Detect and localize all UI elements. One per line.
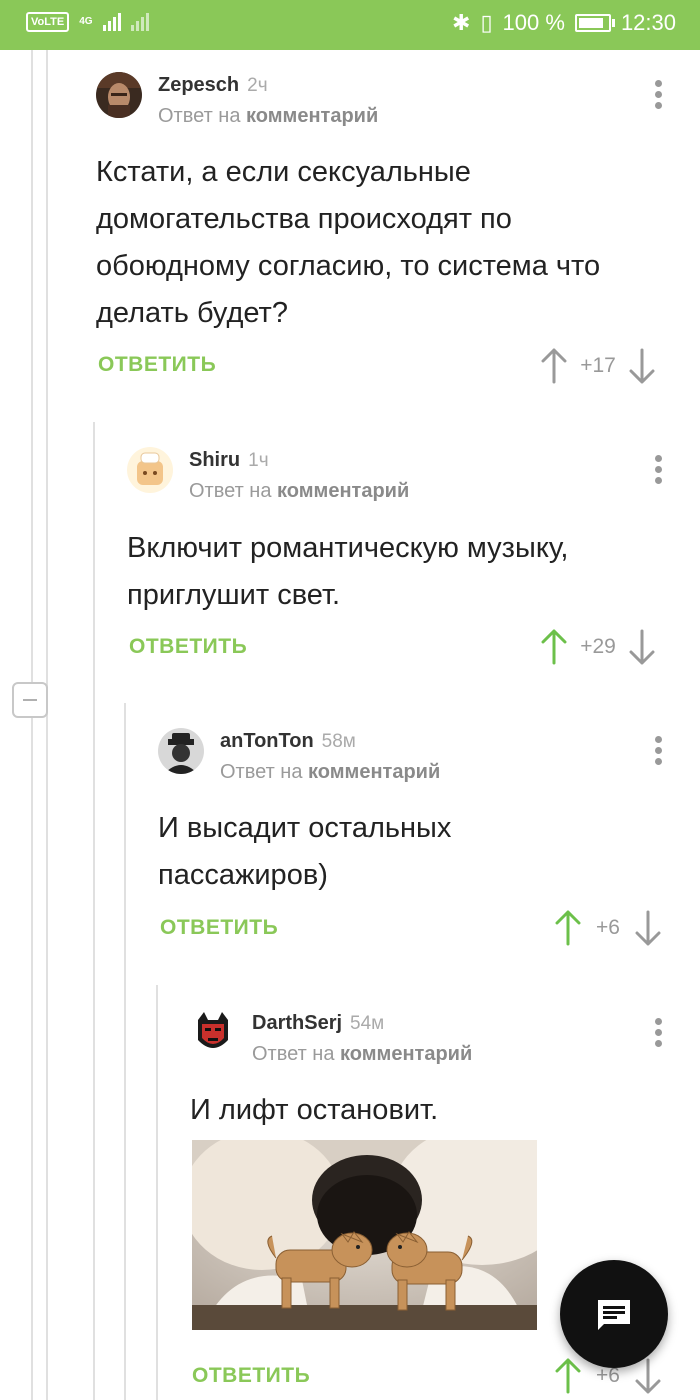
comment-text: Включит романтическую музыку, приглушит … xyxy=(127,525,686,619)
vote-controls: +29 xyxy=(540,629,656,665)
signal-icon xyxy=(102,13,121,31)
arrow-down-icon[interactable] xyxy=(628,629,656,665)
arrow-down-icon[interactable] xyxy=(628,348,656,384)
rating: +17 xyxy=(580,354,616,377)
reply-button[interactable]: ОТВЕТИТЬ xyxy=(160,916,278,940)
reply-link[interactable]: комментарий xyxy=(308,761,440,783)
network-type: 4G xyxy=(79,16,93,27)
comment-author[interactable]: Shiru 1ч xyxy=(189,449,269,472)
avatar[interactable] xyxy=(127,447,173,493)
reply-to-line: Ответ на комментарий xyxy=(158,105,378,128)
author-name[interactable]: DarthSerj xyxy=(252,1012,342,1034)
vote-controls: +6 xyxy=(554,910,662,946)
reply-button[interactable]: ОТВЕТИТЬ xyxy=(192,1364,310,1388)
thread-line xyxy=(31,50,33,1400)
clock: 12:30 xyxy=(620,10,676,35)
reply-button[interactable]: ОТВЕТИТЬ xyxy=(129,635,247,659)
collapse-thread-button[interactable] xyxy=(12,682,48,718)
rating: +29 xyxy=(580,635,616,658)
author-name[interactable]: Shiru xyxy=(189,449,240,471)
comment-time: 54м xyxy=(350,1013,385,1034)
comment-image[interactable] xyxy=(192,1140,537,1330)
vibrate-icon: ▯ xyxy=(480,10,493,35)
bluetooth-icon: ✱ xyxy=(452,10,471,35)
reply-prefix: Ответ на xyxy=(220,761,303,783)
comment-text-line: делать будет? xyxy=(96,297,288,329)
reply-link[interactable]: комментарий xyxy=(277,480,409,502)
avatar[interactable] xyxy=(158,728,204,774)
reply-button[interactable]: ОТВЕТИТЬ xyxy=(98,353,216,377)
reply-to-line: Ответ на комментарий xyxy=(220,761,440,784)
comment-time: 1ч xyxy=(248,450,269,471)
reply-link[interactable]: комментарий xyxy=(340,1043,472,1065)
reply-prefix: Ответ на xyxy=(158,105,241,127)
arrow-down-icon[interactable] xyxy=(634,1358,662,1394)
comment-time: 2ч xyxy=(247,75,268,96)
signal-sim2-icon xyxy=(130,13,149,31)
comment-text-line: И высадит остальных xyxy=(158,812,452,844)
comment-text-line: Включит романтическую музыку, xyxy=(127,532,569,564)
comment: anTonTon 58м Ответ на комментарий И высад… xyxy=(158,728,686,968)
arrow-down-icon[interactable] xyxy=(634,910,662,946)
battery-percent: 100 % xyxy=(502,10,565,35)
more-vertical-icon[interactable] xyxy=(655,80,663,113)
comment-text: И лифт остановит. xyxy=(190,1087,686,1134)
comment-author[interactable]: DarthSerj 54м xyxy=(252,1012,384,1035)
arrow-up-icon[interactable] xyxy=(540,629,568,665)
battery-icon xyxy=(574,14,615,32)
comment-text-line: приглушит свет. xyxy=(127,579,341,611)
comment-time: 58м xyxy=(321,731,356,752)
author-name[interactable]: anTonTon xyxy=(220,730,314,752)
comment-author[interactable]: Zepesch 2ч xyxy=(158,74,268,97)
volte-indicator: VoLTE xyxy=(26,12,70,32)
thread-line xyxy=(124,703,126,1400)
chat-icon xyxy=(598,1300,630,1330)
thread-line xyxy=(156,985,158,1400)
comment-text-line: обоюдному согласию, то система что xyxy=(96,250,601,282)
arrow-up-icon[interactable] xyxy=(540,348,568,384)
vote-controls: +17 xyxy=(540,348,656,384)
more-vertical-icon[interactable] xyxy=(655,455,663,488)
rating: +6 xyxy=(596,916,620,939)
comment: Zepesch 2ч Ответ на комментарий Кстати, а… xyxy=(96,72,686,392)
more-vertical-icon[interactable] xyxy=(655,1018,663,1051)
comment-text: Кстати, а если сексуальные домогательств… xyxy=(96,149,686,337)
reply-to-line: Ответ на комментарий xyxy=(189,480,409,503)
comment-text-line: пассажиров) xyxy=(158,859,328,891)
comment-text: И высадит остальных пассажиров) xyxy=(158,805,686,899)
avatar[interactable] xyxy=(96,72,142,118)
thread-line xyxy=(46,50,48,1400)
comment-author[interactable]: anTonTon 58м xyxy=(220,730,356,753)
reply-prefix: Ответ на xyxy=(252,1043,335,1065)
comment: Shiru 1ч Ответ на комментарий Включит ром… xyxy=(127,447,686,687)
new-comment-fab[interactable] xyxy=(560,1260,668,1368)
arrow-up-icon[interactable] xyxy=(554,1358,582,1394)
comment-text-line: Кстати, а если сексуальные xyxy=(96,156,471,188)
more-vertical-icon[interactable] xyxy=(655,736,663,769)
thread-line xyxy=(93,422,95,1400)
reply-to-line: Ответ на комментарий xyxy=(252,1043,472,1066)
reply-prefix: Ответ на xyxy=(189,480,272,502)
reply-link[interactable]: комментарий xyxy=(246,105,378,127)
arrow-up-icon[interactable] xyxy=(554,910,582,946)
comment-text-line: И лифт остановит. xyxy=(190,1094,439,1126)
author-name[interactable]: Zepesch xyxy=(158,74,239,96)
avatar[interactable] xyxy=(190,1010,236,1056)
status-bar: VoLTE 4G ✱ ▯ 100 % 12:30 xyxy=(0,0,700,50)
comment-text-line: домогательства происходят по xyxy=(96,203,512,235)
